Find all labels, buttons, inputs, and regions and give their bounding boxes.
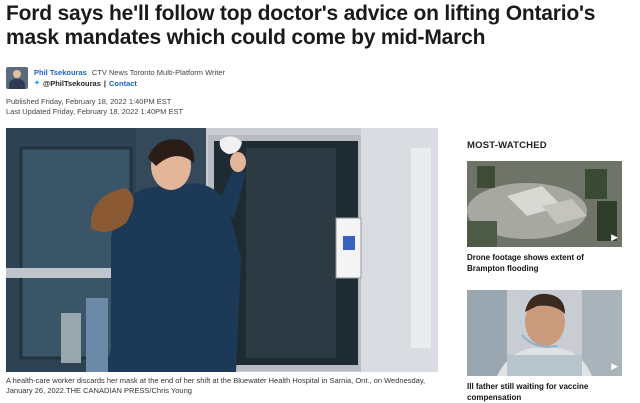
most-watched-item[interactable]: ▶ Ill father still waiting for vaccine c… [467, 290, 622, 403]
author-avatar[interactable] [6, 67, 28, 89]
author-name-link[interactable]: Phil Tsekouras [34, 68, 87, 77]
twitter-handle-link[interactable]: @PhilTsekouras [43, 78, 101, 89]
published-date: Published Friday, February 18, 2022 1:40… [6, 97, 172, 106]
video-thumbnail[interactable]: ▶ [467, 161, 622, 247]
most-watched-title: MOST-WATCHED [467, 140, 547, 151]
hospital-patient-image [467, 290, 622, 376]
most-watched-item-title[interactable]: Ill father still waiting for vaccine com… [467, 381, 622, 403]
article-dates: Published Friday, February 18, 2022 1:40… [6, 97, 183, 117]
most-watched-item-title[interactable]: Drone footage shows extent of Brampton f… [467, 252, 622, 274]
play-icon[interactable]: ▶ [611, 361, 618, 372]
byline-separator: | [103, 79, 107, 88]
article-headline: Ford says he'll follow top doctor's advi… [6, 2, 596, 49]
byline: Phil Tsekouras CTV News Toronto Multi-Pl… [6, 67, 225, 89]
health-worker-photo-image [6, 128, 438, 372]
contact-link[interactable]: Contact [109, 78, 137, 89]
video-thumbnail[interactable]: ▶ [467, 290, 622, 376]
play-icon[interactable]: ▶ [611, 232, 618, 243]
updated-date: Last Updated Friday, February 18, 2022 1… [6, 107, 184, 116]
most-watched-item[interactable]: ▶ Drone footage shows extent of Brampton… [467, 161, 622, 274]
twitter-icon: ✦ [34, 80, 40, 87]
flood-aerial-image [467, 161, 622, 247]
article-photo[interactable] [6, 128, 438, 372]
author-role: CTV News Toronto Multi-Platform Writer [91, 68, 225, 77]
photo-caption: A health-care worker discards her mask a… [6, 376, 426, 395]
